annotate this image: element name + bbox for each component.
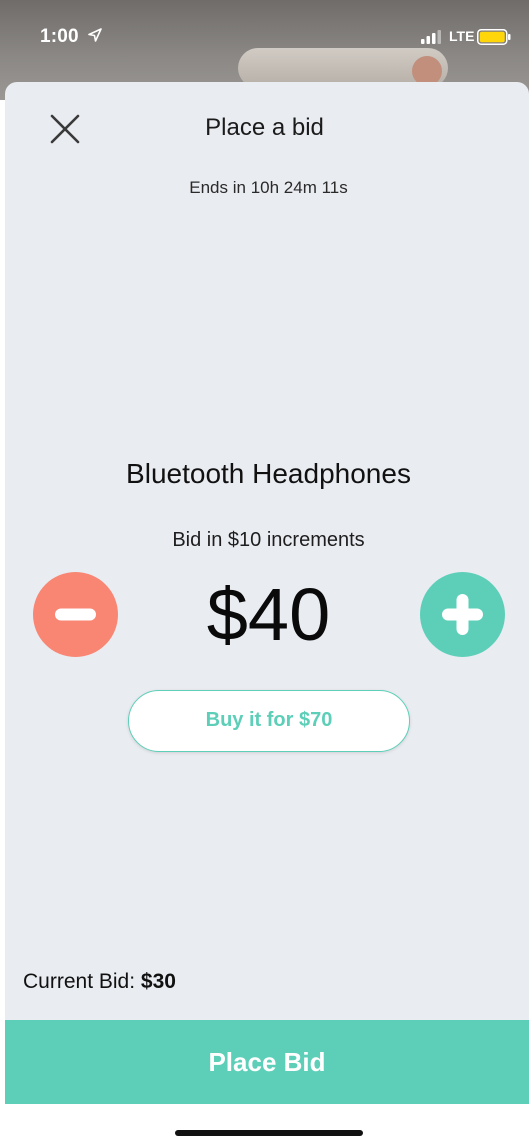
location-arrow-icon <box>88 28 102 42</box>
current-bid: Current Bid: $30 <box>23 970 176 994</box>
plus-icon <box>442 594 483 635</box>
network-type-label: LTE <box>449 28 475 44</box>
current-bid-label: Current Bid: <box>23 970 136 993</box>
cellular-signal-icon <box>421 30 443 44</box>
status-time: 1:00 <box>40 26 79 47</box>
auction-countdown: Ends in 10h 24m 11s <box>189 178 348 197</box>
buy-now-button[interactable]: Buy it for $70 <box>128 690 410 752</box>
home-indicator-area <box>5 1104 529 1146</box>
battery-icon <box>477 29 511 45</box>
item-name: Bluetooth Headphones <box>126 458 411 489</box>
sheet-title: Place a bid <box>205 114 324 141</box>
current-bid-value: $30 <box>140 970 176 993</box>
increment-note: Bid in $10 increments <box>172 529 365 551</box>
home-indicator[interactable] <box>175 1130 363 1136</box>
decrease-bid-button[interactable] <box>33 572 118 657</box>
increase-bid-button[interactable] <box>420 572 505 657</box>
minus-icon <box>55 608 96 621</box>
place-bid-button[interactable]: Place Bid <box>5 1020 529 1104</box>
